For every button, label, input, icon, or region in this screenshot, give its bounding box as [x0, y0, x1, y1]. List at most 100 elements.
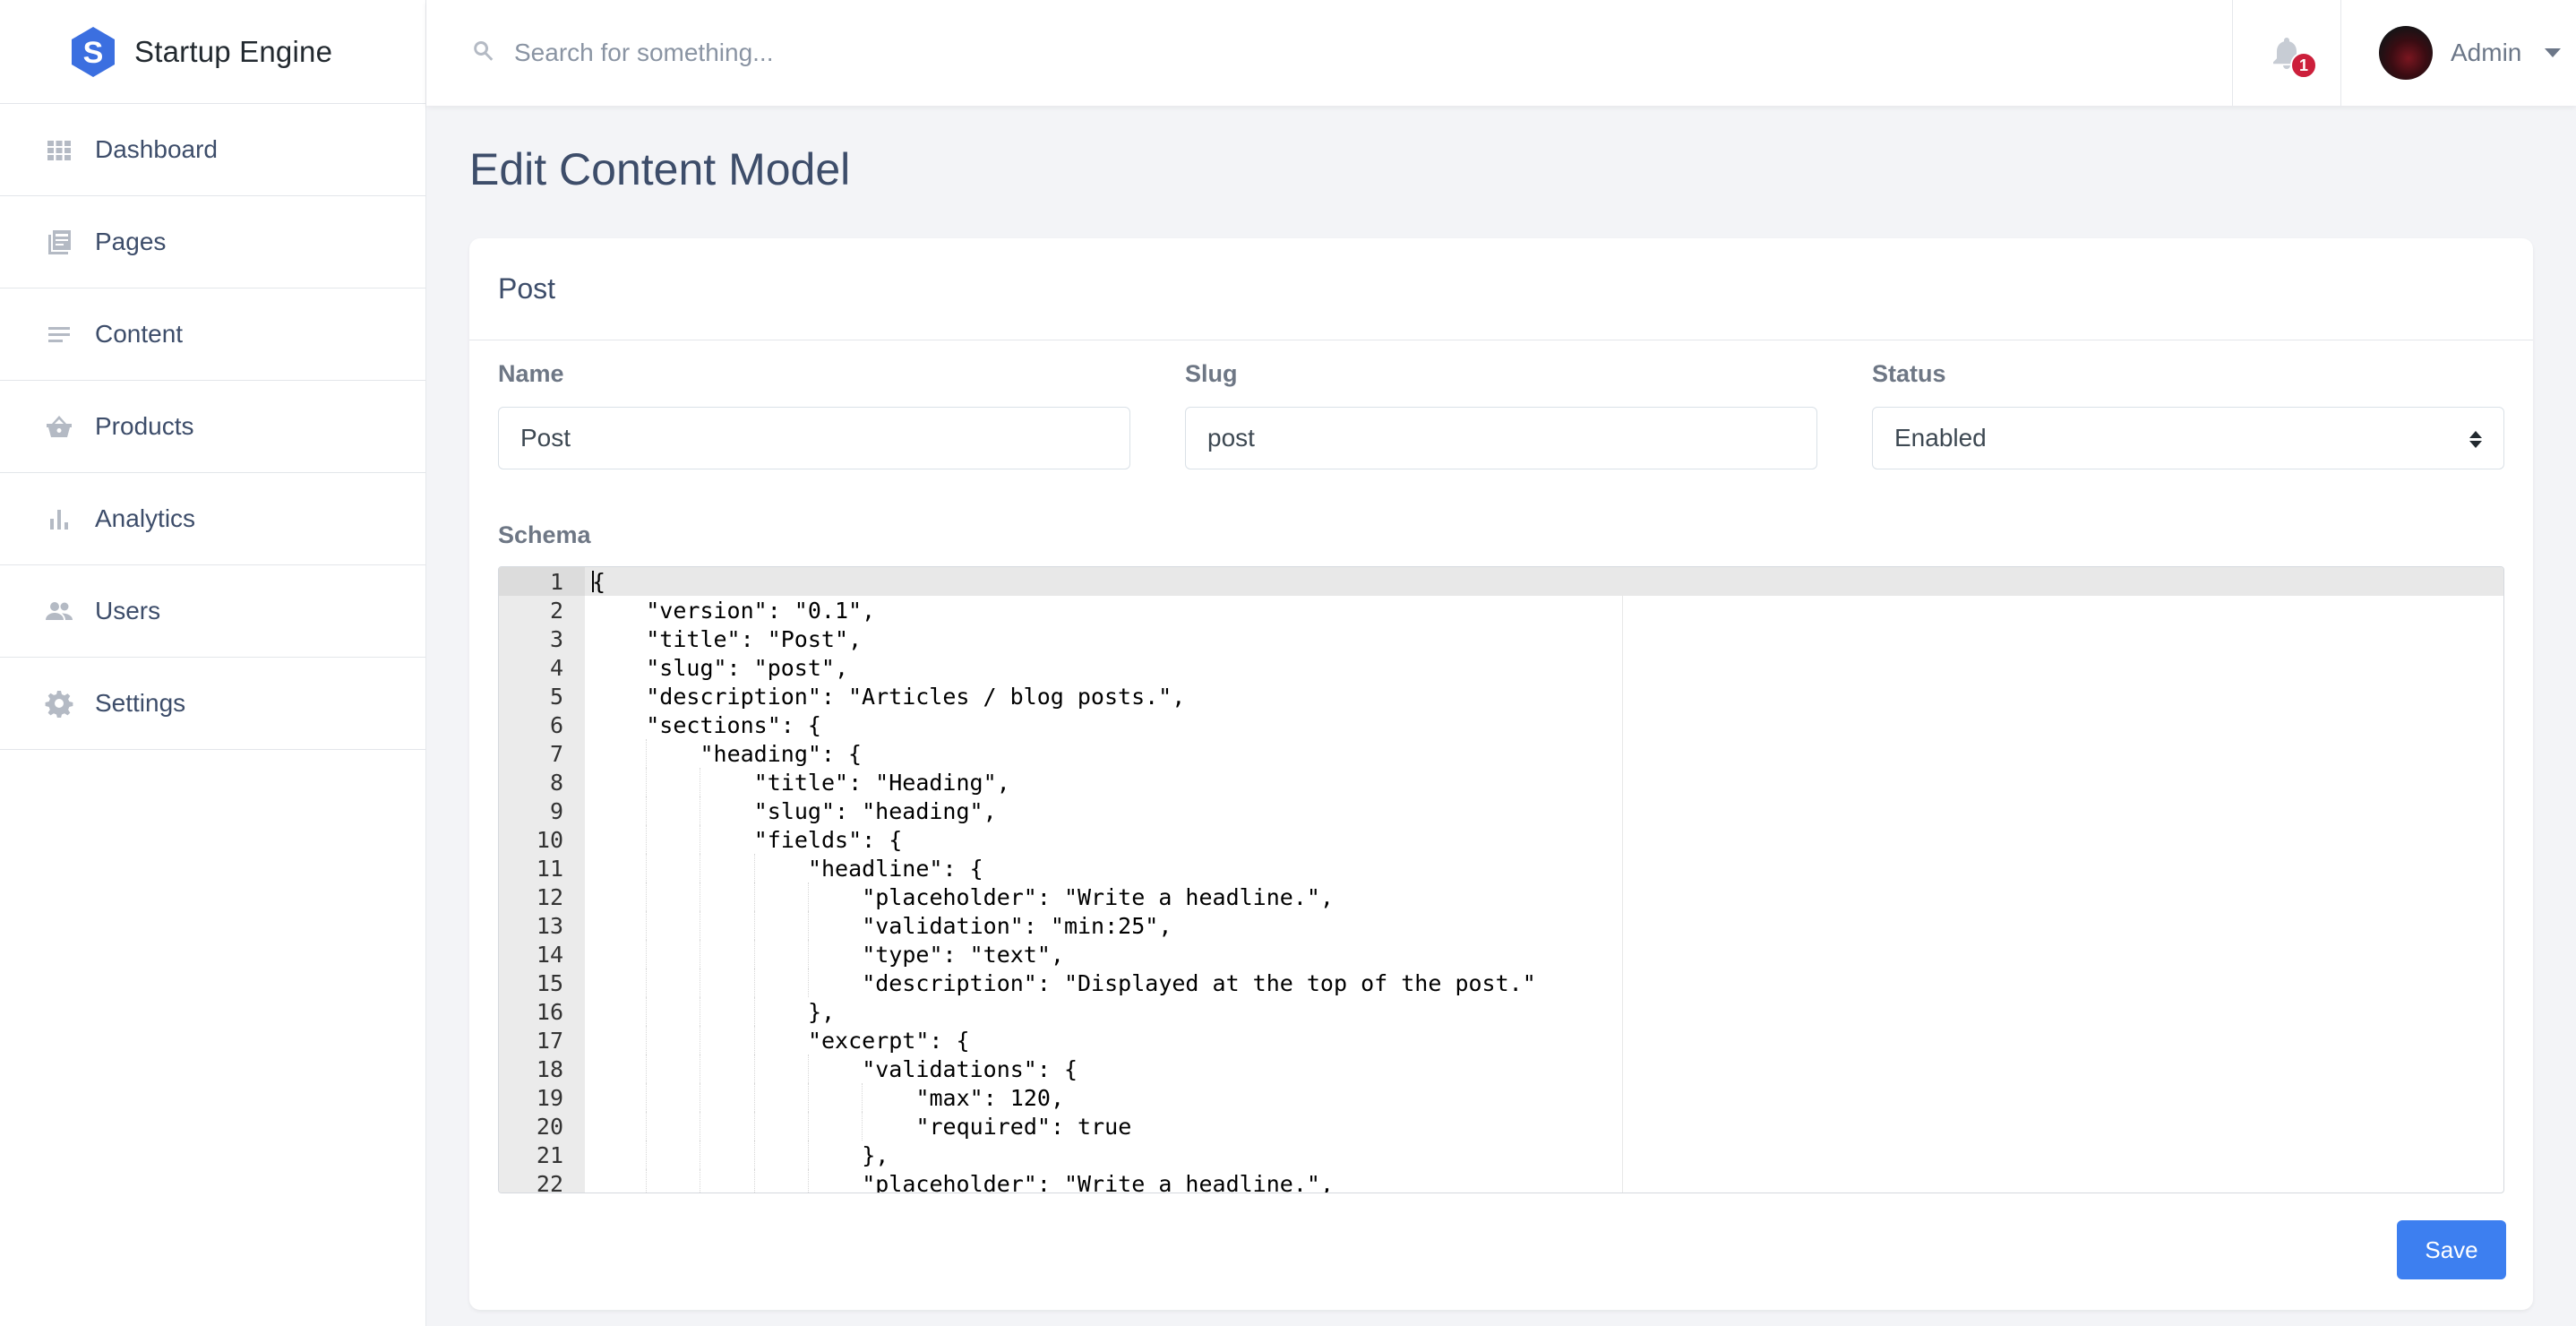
sidebar-item-label: Content — [95, 320, 184, 348]
indent-guide — [753, 911, 755, 940]
sidebar-item-settings[interactable]: Settings — [0, 658, 425, 750]
basket-icon — [45, 412, 73, 441]
line-number: 21 — [536, 1141, 563, 1168]
indent-guide — [753, 1083, 755, 1112]
sidebar-item-content[interactable]: Content — [0, 288, 425, 381]
sidebar-item-label: Users — [95, 597, 161, 624]
sidebar-item-analytics[interactable]: Analytics — [0, 473, 425, 565]
name-field[interactable] — [498, 407, 1130, 469]
code-line: 10 "fields": { — [499, 825, 2503, 854]
indent-guide — [646, 1141, 648, 1169]
text-cursor — [592, 571, 594, 592]
code-text: "slug": "post", — [646, 654, 849, 681]
code-text: "slug": "heading", — [753, 797, 997, 824]
code-line: 16}, — [499, 997, 2503, 1026]
search-icon — [471, 39, 496, 68]
indent-guide — [862, 1083, 863, 1112]
indent-guide — [646, 1055, 648, 1083]
indent-guide — [807, 969, 809, 997]
brand-name: Startup Engine — [134, 34, 333, 68]
indent-guide — [646, 825, 648, 854]
line-number: 12 — [536, 883, 563, 910]
lines-icon — [45, 320, 73, 349]
save-button[interactable]: Save — [2397, 1220, 2506, 1279]
indent-guide — [807, 1055, 809, 1083]
code-line: 20 "required": true — [499, 1112, 2503, 1141]
sidebar-item-label: Pages — [95, 228, 167, 255]
code-lines: 1{2 "version": "0.1", 3 "title": "Post", 4 "s… — [499, 567, 2503, 1193]
startup-engine-logo-icon: S — [72, 26, 115, 77]
code-line: 5 "description": "Articles / blog posts."… — [499, 682, 2503, 710]
indent-guide — [753, 997, 755, 1026]
sidebar-item-label: Products — [95, 412, 194, 440]
user-menu[interactable]: Admin — [2341, 0, 2576, 106]
status-select[interactable]: Enabled — [1872, 407, 2504, 469]
indent-guide — [646, 969, 648, 997]
code-line: 4 "slug": "post", — [499, 653, 2503, 682]
schema-code-editor[interactable]: 1{2 "version": "0.1", 3 "title": "Post", 4 "s… — [498, 566, 2504, 1193]
line-number: 17 — [536, 1027, 563, 1054]
indent-guide — [753, 940, 755, 969]
line-number: 18 — [536, 1055, 563, 1082]
code-text: "title": "Heading", — [753, 769, 1010, 796]
line-number: 6 — [549, 711, 563, 738]
code-text: "type": "text", — [862, 941, 1064, 968]
sidebar-item-users[interactable]: Users — [0, 565, 425, 658]
code-text: "title": "Post", — [646, 625, 863, 652]
line-number: 7 — [549, 740, 563, 767]
code-line: 2 "version": "0.1", — [499, 596, 2503, 624]
code-line: 22 "placeholder": "Write a headline.", — [499, 1169, 2503, 1193]
code-line: 13 "validation": "min:25", — [499, 911, 2503, 940]
code-line: 11 "headline": { — [499, 854, 2503, 883]
indent-guide — [646, 1112, 648, 1141]
indent-guide — [646, 1026, 648, 1055]
indent-guide — [646, 883, 648, 911]
line-number: 1 — [549, 568, 563, 595]
indent-guide — [646, 854, 648, 883]
code-line: 21}, — [499, 1141, 2503, 1169]
indent-guide — [646, 997, 648, 1026]
indent-guide — [807, 940, 809, 969]
slug-field[interactable] — [1185, 407, 1817, 469]
sidebar-item-pages[interactable]: Pages — [0, 196, 425, 288]
code-text: { — [592, 568, 606, 595]
code-line: 7 "heading": { — [499, 739, 2503, 768]
code-line: 12 "placeholder": "Write a headline.", — [499, 883, 2503, 911]
code-line: 1{ — [499, 567, 2503, 596]
indent-guide — [753, 1055, 755, 1083]
gear-icon — [45, 689, 73, 718]
code-line: 9 "slug": "heading", — [499, 796, 2503, 825]
line-number: 15 — [536, 969, 563, 996]
schema-label: Schema — [498, 521, 591, 548]
notifications-button[interactable]: 1 — [2232, 0, 2341, 106]
sidebar-item-products[interactable]: Products — [0, 381, 425, 473]
svg-text:S: S — [83, 36, 104, 70]
indent-guide — [646, 739, 648, 768]
indent-guide — [753, 854, 755, 883]
sidebar-item-label: Analytics — [95, 504, 196, 532]
code-line: 19 "max": 120, — [499, 1083, 2503, 1112]
code-text: "headline": { — [807, 855, 983, 882]
indent-guide — [807, 1141, 809, 1169]
search-input[interactable] — [514, 39, 1589, 67]
indent-guide — [807, 1112, 809, 1141]
indent-guide — [753, 1112, 755, 1141]
brand[interactable]: S Startup Engine — [0, 0, 425, 104]
code-text: "heading": { — [700, 740, 863, 767]
sidebar-item-dashboard[interactable]: Dashboard — [0, 104, 425, 196]
sidebar-item-label: Dashboard — [95, 135, 218, 163]
page-title: Edit Content Model — [469, 144, 851, 194]
line-number: 20 — [536, 1113, 563, 1140]
code-text: "required": true — [915, 1113, 1132, 1140]
indent-guide — [753, 883, 755, 911]
indent-guide — [646, 768, 648, 796]
code-text: "description": "Articles / blog posts.", — [646, 683, 1186, 710]
line-number: 16 — [536, 998, 563, 1025]
line-number: 3 — [549, 625, 563, 652]
code-text: }, — [862, 1141, 889, 1168]
indent-guide — [646, 911, 648, 940]
slug-label: Slug — [1185, 360, 1238, 387]
card-header: Post — [469, 238, 2533, 340]
status-selected-value: Enabled — [1894, 424, 1987, 452]
chevron-down-icon — [2545, 48, 2562, 57]
